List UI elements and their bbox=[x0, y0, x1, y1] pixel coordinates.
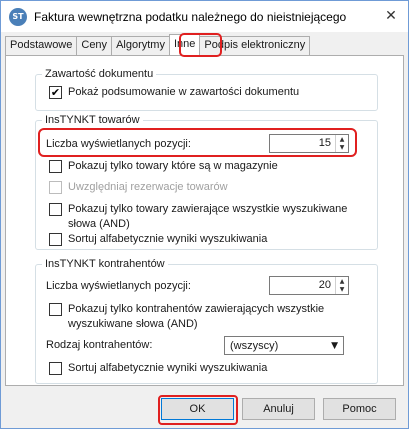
tab-algorytmy[interactable]: Algorytmy bbox=[111, 36, 170, 55]
contractor-type-label: Rodzaj kontrahentów: bbox=[46, 339, 153, 351]
tab-strip: Podstawowe Ceny Algorytmy Inne Podpis el… bbox=[5, 34, 311, 55]
products-search-legend: InsTYNKT towarów bbox=[45, 114, 140, 126]
spin-down-icon[interactable]: ▼ bbox=[336, 144, 348, 153]
products-in-stock-option[interactable]: Pokazuj tylko towary które są w magazyni… bbox=[49, 159, 278, 174]
spin-up-icon[interactable]: ▲ bbox=[336, 277, 348, 286]
tab-inne[interactable]: Inne bbox=[168, 34, 201, 55]
close-icon[interactable]: ✕ bbox=[380, 5, 402, 27]
show-summary-label: Pokaż podsumowanie w zawartości dokument… bbox=[68, 86, 300, 98]
show-summary-checkbox[interactable]: ✔ bbox=[49, 86, 62, 99]
products-reservations-option: Uwzględniaj rezerwacje towarów bbox=[49, 180, 228, 195]
document-content-legend: Zawartość dokumentu bbox=[45, 68, 154, 80]
ok-button[interactable]: OK bbox=[161, 398, 234, 420]
products-reservations-label: Uwzględniaj rezerwacje towarów bbox=[68, 181, 228, 193]
tab-podpis-elektroniczny[interactable]: Podpis elektroniczny bbox=[199, 36, 311, 55]
help-button[interactable]: Pomoc bbox=[323, 398, 396, 420]
products-in-stock-label: Pokazuj tylko towary które są w magazyni… bbox=[68, 160, 278, 172]
products-reservations-checkbox bbox=[49, 181, 62, 194]
products-count-label: Liczba wyświetlanych pozycji: bbox=[46, 138, 191, 150]
contractor-type-select[interactable]: (wszyscy) ▼ bbox=[224, 336, 344, 355]
contractors-and-option[interactable]: Pokazuj tylko kontrahentów zawierających… bbox=[49, 302, 359, 332]
contractors-count-spinner[interactable]: 20 ▲ ▼ bbox=[269, 276, 349, 295]
spin-up-icon[interactable]: ▲ bbox=[336, 135, 348, 144]
products-and-option[interactable]: Pokazuj tylko towary zawierające wszystk… bbox=[49, 202, 359, 232]
products-count-spinner[interactable]: 15 ▲ ▼ bbox=[269, 134, 349, 153]
products-count-value[interactable]: 15 bbox=[270, 135, 335, 152]
dialog-window: ST Faktura wewnętrzna podatku należnego … bbox=[0, 0, 409, 429]
tab-ceny[interactable]: Ceny bbox=[76, 36, 113, 55]
tab-podstawowe[interactable]: Podstawowe bbox=[5, 36, 78, 55]
products-and-label: Pokazuj tylko towary zawierające wszystk… bbox=[68, 203, 348, 230]
contractors-count-value[interactable]: 20 bbox=[270, 277, 335, 294]
spin-down-icon[interactable]: ▼ bbox=[336, 286, 348, 295]
title-bar[interactable]: ST Faktura wewnętrzna podatku należnego … bbox=[1, 1, 408, 32]
products-in-stock-checkbox[interactable] bbox=[49, 160, 62, 173]
products-sort-label: Sortuj alfabetycznie wyniki wyszukiwania bbox=[68, 233, 268, 245]
show-summary-option[interactable]: ✔ Pokaż podsumowanie w zawartości dokume… bbox=[49, 85, 299, 100]
contractor-type-value: (wszyscy) bbox=[230, 339, 279, 352]
contractors-sort-label: Sortuj alfabetycznie wyniki wyszukiwania bbox=[68, 362, 268, 374]
contractors-and-label: Pokazuj tylko kontrahentów zawierających… bbox=[68, 303, 325, 330]
products-sort-option[interactable]: Sortuj alfabetycznie wyniki wyszukiwania bbox=[49, 232, 267, 247]
contractors-count-label: Liczba wyświetlanych pozycji: bbox=[46, 280, 191, 292]
tab-page-inne: Zawartość dokumentu ✔ Pokaż podsumowanie… bbox=[5, 55, 404, 386]
contractors-and-checkbox[interactable] bbox=[49, 303, 62, 316]
products-sort-checkbox[interactable] bbox=[49, 233, 62, 246]
app-logo-icon: ST bbox=[9, 7, 27, 26]
cancel-button[interactable]: Anuluj bbox=[242, 398, 315, 420]
contractors-search-legend: InsTYNKT kontrahentów bbox=[45, 258, 165, 270]
window-title: Faktura wewnętrzna podatku należnego do … bbox=[34, 9, 347, 24]
products-and-checkbox[interactable] bbox=[49, 203, 62, 216]
contractors-sort-option[interactable]: Sortuj alfabetycznie wyniki wyszukiwania bbox=[49, 361, 267, 376]
chevron-down-icon[interactable]: ▼ bbox=[331, 341, 338, 351]
contractors-sort-checkbox[interactable] bbox=[49, 362, 62, 375]
